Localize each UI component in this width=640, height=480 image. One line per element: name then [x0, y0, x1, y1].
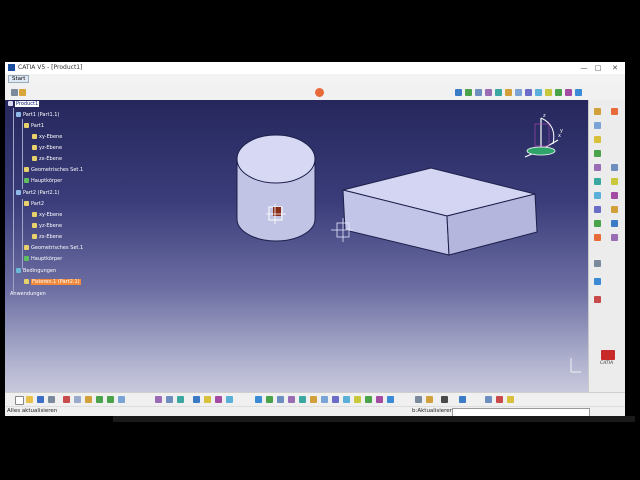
box-part[interactable] — [342, 167, 538, 256]
zoom-out-icon[interactable] — [505, 89, 512, 96]
swap-space-icon[interactable] — [555, 89, 562, 96]
cut-icon[interactable] — [63, 396, 70, 403]
stop-manipulate-icon[interactable] — [611, 192, 618, 199]
clash-icon[interactable] — [459, 396, 466, 403]
measure-item-icon[interactable] — [426, 396, 433, 403]
offset-icon[interactable] — [594, 220, 601, 227]
render-icon-2[interactable] — [387, 396, 394, 403]
top-toolbar — [5, 83, 625, 101]
window-title: CATIA V5 - [Product1] — [18, 64, 83, 71]
redo-icon[interactable] — [107, 396, 114, 403]
open-icon[interactable] — [26, 396, 33, 403]
help-icon[interactable] — [118, 396, 125, 403]
fly-icon[interactable] — [255, 396, 262, 403]
iso-view-icon-2[interactable] — [332, 396, 339, 403]
new-product-icon[interactable] — [594, 150, 601, 157]
geometry-canvas: z y x — [236, 113, 581, 373]
print-icon[interactable] — [48, 396, 55, 403]
shading-icon-2[interactable] — [343, 396, 350, 403]
zoom-in-icon[interactable] — [495, 89, 502, 96]
replace-component-icon[interactable] — [594, 164, 601, 171]
zoom-out-icon-2[interactable] — [310, 396, 317, 403]
fit-all-icon[interactable] — [465, 89, 472, 96]
bottom-toolbar — [5, 392, 625, 407]
compass-x-label: x — [558, 133, 561, 139]
update-all-icon[interactable] — [496, 396, 503, 403]
wireframe-icon[interactable] — [376, 396, 383, 403]
hide-show-icon[interactable] — [545, 89, 552, 96]
title-bar: CATIA V5 - [Product1] — □ ✕ — [5, 62, 625, 74]
normal-view-icon[interactable] — [515, 89, 522, 96]
lock-icon[interactable] — [507, 396, 514, 403]
shading-icon[interactable] — [535, 89, 542, 96]
iso-view-icon[interactable] — [525, 89, 532, 96]
manipulation-icon[interactable] — [594, 178, 601, 185]
status-bar: Alles aktualisieren b:Aktualisieren — [5, 406, 625, 416]
fit-all-icon-2[interactable] — [266, 396, 273, 403]
hide-show-icon-2[interactable] — [354, 396, 361, 403]
existing-component-icon[interactable] — [594, 122, 601, 129]
pan-icon[interactable] — [475, 89, 482, 96]
video-progress-bar — [113, 416, 635, 422]
scan-icon[interactable] — [204, 396, 211, 403]
coincidence-icon[interactable] — [594, 206, 601, 213]
constraint-icon[interactable] — [611, 108, 618, 115]
save-icon[interactable] — [37, 396, 44, 403]
start-menu[interactable]: Start — [8, 75, 30, 83]
new-part-icon[interactable] — [594, 136, 601, 143]
catia-window: CATIA V5 - [Product1] — □ ✕ Start Produc… — [5, 62, 625, 416]
formula-icon[interactable] — [155, 396, 162, 403]
maximize-button[interactable]: □ — [591, 63, 605, 73]
catalog-icon[interactable] — [193, 396, 200, 403]
catia-logo-text: CATIA — [600, 361, 614, 366]
dots-icon[interactable] — [594, 296, 601, 303]
undo-icon[interactable] — [96, 396, 103, 403]
rotate-icon[interactable] — [485, 89, 492, 96]
close-button[interactable]: ✕ — [608, 63, 622, 73]
explode-icon[interactable] — [594, 192, 601, 199]
compass-icon[interactable]: z y x — [524, 113, 563, 158]
fix-icon[interactable] — [594, 234, 601, 241]
fix-together-icon[interactable] — [611, 234, 618, 241]
sphere-icon[interactable] — [594, 278, 601, 285]
camera-icon[interactable] — [441, 396, 448, 403]
multi-view-icon[interactable] — [565, 89, 572, 96]
fly-mode-icon[interactable] — [455, 89, 462, 96]
copy-icon[interactable] — [74, 396, 81, 403]
compass-z-label: z — [543, 113, 546, 119]
render-icon[interactable] — [575, 89, 582, 96]
contact-icon[interactable] — [611, 206, 618, 213]
zoom-in-icon-2[interactable] — [299, 396, 306, 403]
graph-tree-icon[interactable] — [611, 164, 618, 171]
paste-icon[interactable] — [85, 396, 92, 403]
options-icon[interactable] — [226, 396, 233, 403]
new-document-icon[interactable] — [15, 396, 24, 405]
command-input[interactable] — [452, 408, 590, 416]
angle-icon[interactable] — [611, 220, 618, 227]
snap-icon[interactable] — [611, 178, 618, 185]
product-icon[interactable] — [19, 89, 26, 96]
side-toolbar: CATIA — [588, 100, 625, 392]
update-icon[interactable] — [315, 88, 324, 97]
catia-app-icon — [8, 64, 15, 71]
command-label: b:Aktualisieren — [412, 408, 454, 414]
axis-system-icon — [570, 358, 581, 373]
3d-viewport[interactable]: Product1 Part1 (Part1.1) Part1 xy-Ebene … — [5, 100, 588, 392]
measure-icon[interactable] — [594, 260, 601, 267]
catia-logo-icon — [601, 350, 615, 360]
publication-icon[interactable] — [215, 396, 222, 403]
minimize-button[interactable]: — — [577, 63, 591, 73]
measure-between-icon[interactable] — [415, 396, 422, 403]
fix-together-icon-2[interactable] — [485, 396, 492, 403]
workbench-icon[interactable] — [11, 89, 18, 96]
select-icon[interactable] — [177, 396, 184, 403]
sketch-icon[interactable] — [594, 108, 601, 115]
rotate-icon-2[interactable] — [288, 396, 295, 403]
swap-visible-icon[interactable] — [365, 396, 372, 403]
cylinder-part[interactable] — [236, 134, 316, 242]
normal-view-icon-2[interactable] — [321, 396, 328, 403]
search-icon[interactable] — [166, 396, 173, 403]
pan-icon-2[interactable] — [277, 396, 284, 403]
status-message: Alles aktualisieren — [7, 408, 58, 414]
